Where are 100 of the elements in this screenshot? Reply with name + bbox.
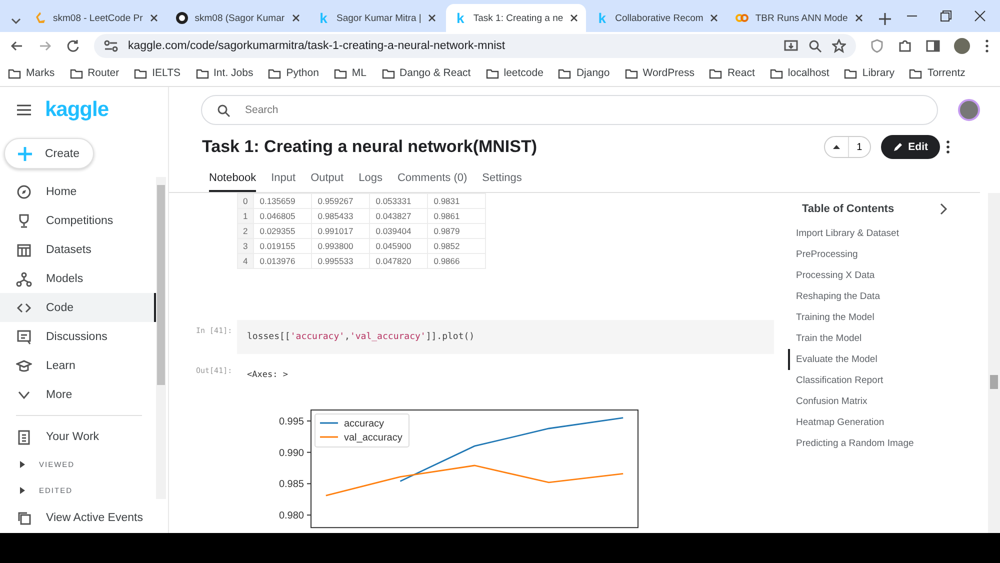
folder-icon	[909, 68, 922, 78]
close-icon[interactable]	[290, 13, 301, 23]
toc-link[interactable]: Training the Model	[788, 307, 874, 328]
close-icon[interactable]	[854, 13, 864, 23]
favicon: k	[597, 10, 608, 26]
favicon-icon	[174, 11, 189, 25]
restore-icon[interactable]	[940, 10, 952, 22]
close-icon[interactable]	[709, 13, 720, 23]
legend-label: accuracy	[344, 418, 384, 430]
toc-link[interactable]: PreProcessing	[788, 244, 858, 265]
table-cell: 0.029355	[253, 224, 312, 238]
toc-link[interactable]: Predicting a Random Image	[788, 433, 914, 454]
caret-right-icon	[20, 460, 25, 468]
toc-link[interactable]: Train the Model	[788, 328, 862, 349]
toc-title: Table of Contents	[802, 203, 896, 215]
back-icon[interactable]	[10, 39, 24, 53]
bookmark[interactable]: IELTS	[134, 67, 181, 79]
bookmark[interactable]: leetcode	[486, 67, 544, 79]
bookmark[interactable]: Router	[70, 67, 120, 79]
close-icon[interactable]	[427, 13, 438, 23]
folder-icon	[334, 68, 347, 78]
notebook-tab[interactable]: Settings	[482, 172, 522, 192]
folder-icon	[558, 68, 572, 78]
toc-link[interactable]: Import Library & Dataset	[788, 223, 899, 244]
table-cell: 0.9861	[427, 208, 486, 224]
table-cell: 0.9879	[427, 224, 486, 238]
browser-tab[interactable]: skm08 - LeetCode Pr	[26, 4, 166, 32]
chevron-right-icon[interactable]	[940, 203, 948, 215]
bookmark[interactable]: Django	[558, 67, 610, 79]
close-icon[interactable]	[148, 13, 159, 23]
profile-avatar[interactable]	[954, 38, 970, 54]
sidebar-scrollbar[interactable]	[156, 177, 166, 499]
notebook-title: Task 1: Creating a neural network(MNIST)	[202, 137, 538, 157]
output-text: <Axes: >	[246, 369, 289, 380]
compass-icon	[16, 184, 32, 200]
toc-link[interactable]: Evaluate the Model	[788, 349, 878, 370]
reload-icon[interactable]	[66, 39, 80, 53]
nav-item[interactable]: Discussions	[0, 322, 156, 351]
side-panel-icon[interactable]	[926, 39, 940, 53]
pencil-icon	[893, 142, 904, 152]
notebook-tab[interactable]: Input	[271, 172, 296, 192]
edit-button[interactable]: Edit	[881, 135, 940, 159]
table-cell: 0.043827	[369, 208, 428, 224]
browser-tab[interactable]: skm08 (Sagor Kumar	[168, 4, 308, 32]
notebook-tab[interactable]: Logs	[358, 172, 382, 192]
notebook-tab[interactable]: Comments (0)	[397, 172, 468, 192]
toc-link[interactable]: Processing X Data	[788, 265, 875, 286]
more-options-icon[interactable]	[946, 140, 950, 154]
row-index: 0	[238, 194, 254, 208]
browser-tab[interactable]: k Task 1: Creating a ne	[446, 4, 586, 32]
browser-tab[interactable]: TBR Runs ANN Mode	[728, 4, 871, 32]
nav-item[interactable]: Your Work	[0, 422, 156, 451]
search-field[interactable]: Search	[201, 95, 938, 125]
nav-item[interactable]: Models	[0, 264, 156, 293]
nav-item[interactable]: Datasets	[0, 235, 156, 264]
bookmark[interactable]: Dango & React	[382, 67, 471, 79]
close-icon[interactable]	[974, 10, 986, 22]
bookmark[interactable]: ML	[334, 67, 367, 79]
table-cell: 0.053331	[369, 194, 428, 208]
folder-icon	[134, 68, 148, 78]
table-cell: 0.019155	[253, 238, 312, 254]
nav-item[interactable]: View Active Events	[0, 503, 156, 532]
menu-icon[interactable]	[984, 39, 990, 53]
shield-icon[interactable]	[870, 39, 884, 53]
browser-tab[interactable]: k Sagor Kumar Mitra |	[310, 4, 444, 32]
bookmark[interactable]: React	[709, 67, 755, 79]
menu-icon[interactable]	[17, 104, 31, 116]
bookmark[interactable]: Int. Jobs	[196, 67, 254, 79]
nav-item[interactable]: Home	[0, 177, 156, 206]
puzzle-icon[interactable]	[898, 39, 912, 53]
star-icon[interactable]	[832, 39, 846, 53]
bookmark[interactable]: Marks	[8, 67, 55, 79]
nav-item[interactable]: More	[0, 380, 156, 409]
nav-item[interactable]: Learn	[0, 351, 156, 380]
install-icon[interactable]	[784, 39, 798, 53]
bookmark[interactable]: Torrentz	[909, 67, 966, 79]
chat-icon	[16, 328, 32, 344]
address-bar[interactable]: kaggle.com/code/sagorkumarmitra/task-1-creating-a-neural-network-mnist	[94, 34, 856, 58]
notebook-tab[interactable]: Output	[310, 172, 344, 192]
browser-tab[interactable]: k Collaborative Recom	[588, 4, 726, 32]
user-avatar[interactable]	[958, 99, 980, 121]
bookmark[interactable]: WordPress	[624, 67, 694, 79]
upvote-button[interactable]: 1	[824, 136, 872, 158]
graduation-cap-icon	[16, 358, 32, 374]
nav-item[interactable]: Code	[0, 293, 156, 322]
toc-link[interactable]: Confusion Matrix	[788, 391, 868, 412]
bookmark[interactable]: localhost	[770, 67, 830, 79]
toc-link[interactable]: Heatmap Generation	[788, 412, 884, 433]
page-scrollbar[interactable]	[988, 193, 1000, 533]
toc-link[interactable]: Reshaping the Data	[788, 286, 880, 307]
bookmark[interactable]: Library	[844, 67, 894, 79]
close-icon[interactable]	[569, 13, 580, 23]
table-cell: 0.993800	[311, 238, 370, 254]
nav-item[interactable]: Competitions	[0, 206, 156, 235]
toc-link[interactable]: Classification Report	[788, 370, 884, 391]
code-cell[interactable]: losses[['accuracy','val_accuracy']].plot()	[237, 320, 774, 354]
zoom-icon[interactable]	[808, 39, 822, 53]
folder-icon	[486, 68, 499, 78]
bookmark[interactable]: Python	[268, 67, 319, 79]
create-button[interactable]: Create	[4, 138, 94, 169]
